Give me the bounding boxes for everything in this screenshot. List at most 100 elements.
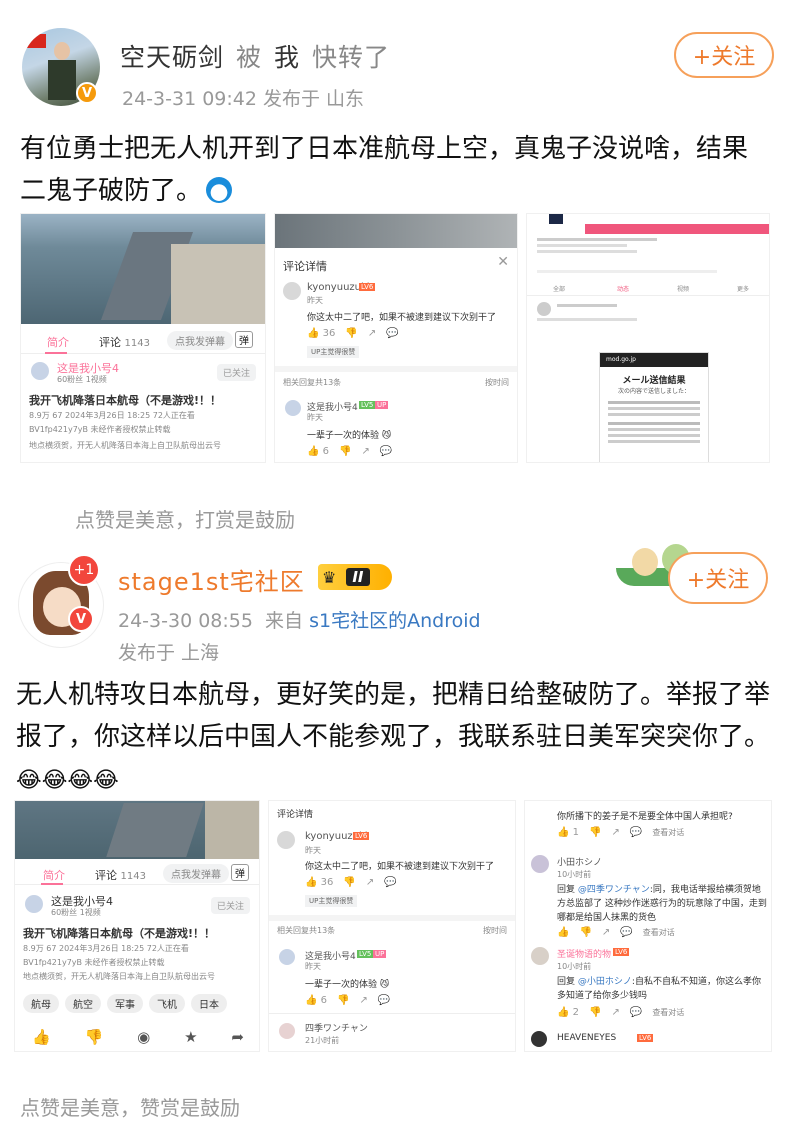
reply-icon[interactable]: 💬 (378, 995, 390, 1006)
tab-intro[interactable]: 简介 (43, 867, 65, 883)
video-bv: BV1fp421y7yB 未经作者授权禁止转载 (29, 425, 171, 434)
close-icon[interactable]: ✕ (497, 254, 509, 270)
dislike-icon[interactable]: 👎 (339, 446, 351, 457)
comment-text: 你这太中二了吧，如果不被逮到建议下次别干了 (307, 313, 497, 323)
like-icon[interactable]: 👍 6 (305, 995, 327, 1006)
dislike-icon[interactable]: 👎 (343, 877, 355, 888)
reply-time: 21小时前 (305, 1036, 340, 1045)
image-profile-page[interactable]: 全部 动态 视频 更多 mod.go.jp メール送信結果 次の内容で送信しまし… (526, 213, 770, 463)
image-bilibili-page[interactable]: 简介 评论 1143 点我发弹幕 弹 这是我小号4 60粉丝 1视频 已关注 我… (14, 800, 260, 1052)
like-icon[interactable]: 👍 36 (307, 328, 335, 339)
author-name[interactable]: 空天砺剑 (120, 38, 224, 74)
dislike-icon[interactable]: 👎 (337, 995, 349, 1006)
like-icon[interactable]: 👍 36 (305, 877, 333, 888)
share-icon[interactable]: ↗ (366, 877, 374, 888)
reply-icon[interactable]: 💬 (380, 446, 392, 457)
reply-user-avatar[interactable] (279, 949, 295, 965)
tag-item[interactable]: 飞机 (149, 994, 185, 1013)
star-icon[interactable]: ★ (184, 1028, 197, 1046)
action-me[interactable]: 我 (274, 38, 300, 74)
reply-icon[interactable]: 💬 (620, 927, 632, 938)
follow-button[interactable]: +关注 (668, 552, 768, 604)
image-comment-thread[interactable]: 你所播下的姜子是不是要全体中国人承担呢? 👍 1 👎 ↗ 💬 查看对话 小田ホシノ 10… (524, 800, 772, 1052)
thread-username[interactable]: 小田ホシノ (557, 855, 602, 868)
image-comment-detail[interactable]: 评论详情 ✕ kyonyuuzuki LV6 昨天 你这太中二了吧，如果不被逮到… (274, 213, 518, 463)
post-1: V 空天砺剑 被 我 快转了 24-3-31 09:42 发布于 山东 +关注 … (0, 0, 787, 540)
danmaku-input[interactable]: 点我发弹幕 (167, 331, 233, 350)
followed-button[interactable]: 已关注 (211, 897, 251, 914)
reply-user-avatar[interactable] (279, 1023, 295, 1039)
thread-avatar[interactable] (531, 947, 549, 965)
tag-item[interactable]: 航空 (65, 994, 101, 1013)
profile-tab-all[interactable]: 全部 (553, 284, 565, 293)
follow-button[interactable]: +关注 (674, 32, 774, 78)
uploader-avatar[interactable] (25, 895, 43, 913)
danmaku-toggle-icon[interactable]: 弹 (231, 864, 249, 881)
thread-username[interactable]: 圣诞物语的物 (557, 947, 611, 960)
user-avatar[interactable] (283, 282, 301, 300)
up-liked-badge: UP主觉得很赞 (305, 895, 358, 907)
uploader-meta: 60粉丝 1视频 (57, 375, 107, 384)
reply-icon[interactable]: 💬 (630, 1007, 642, 1018)
see-conversation-link[interactable]: 查看对话 (652, 828, 684, 837)
tab-comments[interactable]: 评论 1143 (99, 334, 150, 350)
profile-tab-video[interactable]: 视频 (677, 284, 689, 293)
tag-item[interactable]: 航母 (23, 994, 59, 1013)
followed-button[interactable]: 已关注 (217, 364, 257, 381)
dislike-icon[interactable]: 👎 (579, 927, 591, 938)
share-icon[interactable]: ↗ (368, 328, 376, 339)
video-title: 我开飞机降落日本航母（不是游戏!！！ (29, 394, 222, 407)
reward-tip: 点赞是美意，赞赏是鼓励 (20, 1096, 240, 1120)
reply-icon[interactable]: 💬 (386, 328, 398, 339)
reply-user-avatar[interactable] (285, 400, 301, 416)
see-conversation-link[interactable]: 查看对话 (643, 928, 675, 937)
tab-comments[interactable]: 评论 1143 (95, 867, 146, 883)
tag-item[interactable]: 军事 (107, 994, 143, 1013)
like-icon[interactable]: 👍 1 (557, 827, 579, 838)
reply-icon[interactable]: 💬 (384, 877, 396, 888)
thread-avatar[interactable] (531, 1031, 547, 1047)
danmaku-toggle-icon[interactable]: 弹 (235, 331, 253, 348)
sort-toggle[interactable]: 按时间 (483, 925, 507, 936)
crown-icon: ♛ (322, 567, 337, 587)
reply-username[interactable]: 四季ワンチャン (305, 1021, 368, 1034)
verified-badge-icon: V (68, 606, 94, 632)
dislike-icon[interactable]: 👎 (85, 1028, 104, 1046)
source-link[interactable]: s1宅社区的Android (309, 610, 480, 632)
profile-tab-feed[interactable]: 动态 (617, 284, 629, 293)
tag-item[interactable]: 日本 (191, 994, 227, 1013)
post-meta: 24-3-31 09:42 发布于 山东 (122, 88, 365, 110)
profile-tab-more[interactable]: 更多 (737, 284, 749, 293)
dislike-icon[interactable]: 👎 (589, 827, 601, 838)
like-icon[interactable]: 👍 (32, 1028, 51, 1046)
like-icon[interactable]: 👍 2 (557, 1007, 579, 1018)
share-icon[interactable]: ↗ (361, 446, 369, 457)
author-name[interactable]: stage1st宅社区 (118, 562, 305, 597)
like-icon[interactable]: 👍 6 (307, 446, 329, 457)
share-icon[interactable]: ↗ (359, 995, 367, 1006)
share-icon[interactable]: ↗ (611, 1007, 619, 1018)
thread-avatar[interactable] (531, 855, 549, 873)
dislike-icon[interactable]: 👎 (589, 1007, 601, 1018)
thread-level-badge: LV6 (637, 1034, 654, 1042)
sort-toggle[interactable]: 按时间 (485, 377, 509, 388)
image-comment-detail[interactable]: 评论详情 kyonyuuzuki LV6 昨天 你这太中二了吧，如果不被逮到建议… (268, 800, 516, 1052)
share-icon[interactable]: ➦ (231, 1028, 244, 1046)
thread-username[interactable]: HEAVENEYES (557, 1033, 616, 1043)
like-icon[interactable]: 👍 (557, 927, 569, 938)
uploader-avatar[interactable] (31, 362, 49, 380)
share-icon[interactable]: ↗ (602, 927, 610, 938)
dislike-icon[interactable]: 👎 (345, 328, 357, 339)
video-bv: BV1fp421y7yB 未经作者授权禁止转载 (23, 958, 165, 967)
share-icon[interactable]: ↗ (611, 827, 619, 838)
see-conversation-link[interactable]: 查看对话 (652, 1008, 684, 1017)
plus-one-badge: +1 (68, 554, 100, 586)
danmaku-input[interactable]: 点我发弹幕 (163, 864, 229, 883)
video-stats: 8.9万 67 2024年3月26日 18:25 72人正在看 (29, 411, 195, 420)
tab-intro[interactable]: 简介 (47, 334, 69, 350)
user-avatar[interactable] (277, 831, 295, 849)
image-bilibili-page[interactable]: 简介 评论 1143 点我发弹幕 弹 这是我小号4 60粉丝 1视频 已关注 我… (20, 213, 266, 463)
coin-icon[interactable]: ◉ (137, 1028, 150, 1046)
reply-icon[interactable]: 💬 (630, 827, 642, 838)
reply-time: 昨天 (305, 962, 321, 971)
